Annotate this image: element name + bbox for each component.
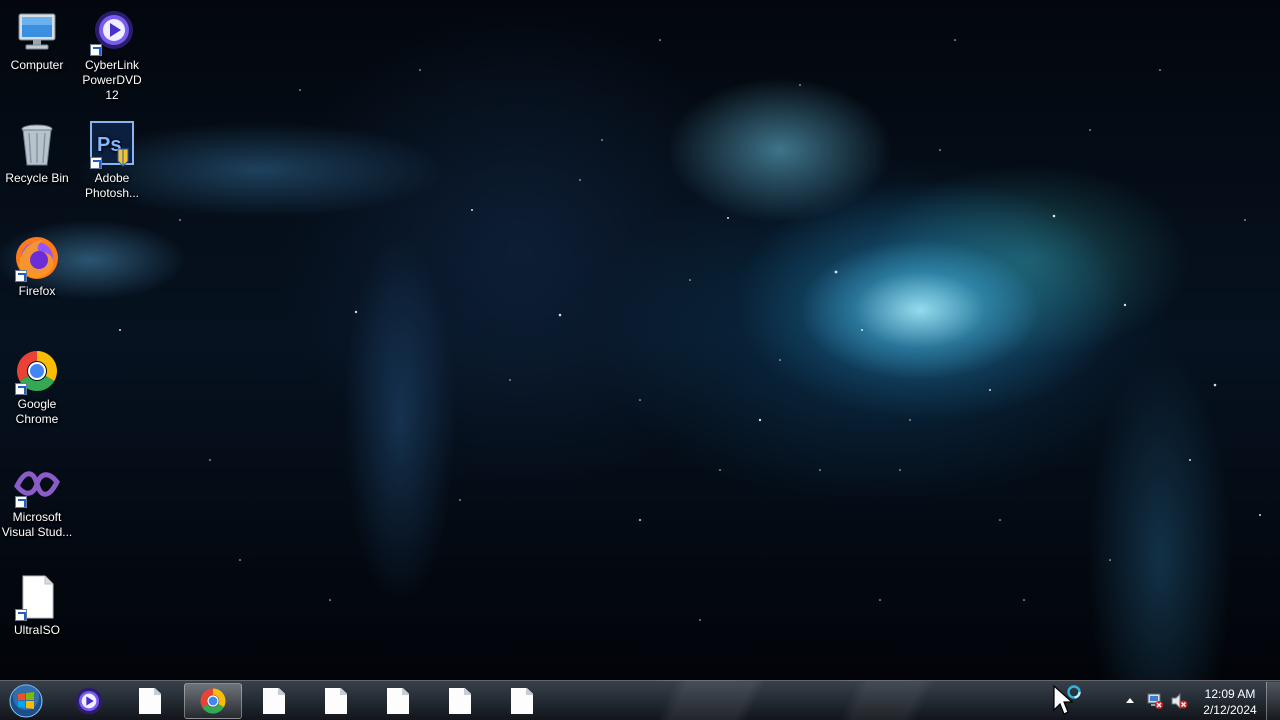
recycle-bin-icon <box>13 121 61 169</box>
chrome-icon <box>13 347 61 395</box>
blank-file-icon <box>387 688 409 714</box>
desktop-icon-label: Microsoft Visual Stud... <box>1 510 73 539</box>
chrome-icon <box>200 688 226 714</box>
desktop-icon-label: Computer <box>10 58 64 72</box>
network-disconnected-icon[interactable] <box>1146 692 1164 710</box>
taskbar-item-file-5[interactable] <box>431 683 489 719</box>
shortcut-arrow-icon <box>15 496 27 508</box>
start-button[interactable] <box>6 683 46 719</box>
desktop-icon-label: Recycle Bin <box>5 171 69 185</box>
taskbar-item-file-1[interactable] <box>121 683 179 719</box>
desktop-icon-label: Google Chrome <box>15 397 59 426</box>
taskbar-item-file-2[interactable] <box>245 683 303 719</box>
firefox-icon <box>13 234 61 282</box>
desktop-icon-google-chrome[interactable]: Google Chrome <box>0 347 75 427</box>
shortcut-arrow-icon <box>90 44 102 56</box>
blank-file-icon <box>325 688 347 714</box>
desktop-icon-label: Firefox <box>18 284 56 298</box>
desktop-icon-label: Adobe Photosh... <box>84 171 140 200</box>
desktop-icon-ultraiso[interactable]: UltraISO <box>0 573 75 638</box>
taskbar-item-file-6[interactable] <box>493 683 551 719</box>
desktop-icon-photoshop[interactable]: Ps Adobe Photosh... <box>74 121 150 201</box>
show-hidden-icons-arrow[interactable] <box>1126 698 1134 703</box>
powerdvd-icon <box>88 8 136 56</box>
blank-file-icon <box>13 573 61 621</box>
desktop-icon-firefox[interactable]: Firefox <box>0 234 75 299</box>
taskbar-item-file-4[interactable] <box>369 683 427 719</box>
visual-studio-icon <box>13 460 61 508</box>
volume-muted-icon[interactable] <box>1170 692 1188 710</box>
blank-file-icon <box>139 688 161 714</box>
shortcut-arrow-icon <box>15 270 27 282</box>
busy-cursor-icon <box>1053 684 1081 715</box>
taskbar-item-file-3[interactable] <box>307 683 365 719</box>
shortcut-arrow-icon <box>15 383 27 395</box>
taskbar-item-chrome[interactable] <box>184 683 242 719</box>
clock-time: 12:09 AM <box>1204 687 1256 701</box>
clock-date: 2/12/2024 <box>1203 703 1257 717</box>
desktop-icon-powerdvd[interactable]: CyberLink PowerDVD 12 <box>74 8 150 103</box>
desktop-icon-label: UltraISO <box>13 623 60 637</box>
desktop-icon-visual-studio[interactable]: Microsoft Visual Stud... <box>0 460 75 540</box>
starfield <box>51 39 1261 621</box>
show-desktop-button[interactable] <box>1266 682 1280 720</box>
computer-icon <box>13 8 61 56</box>
blank-file-icon <box>449 688 471 714</box>
desktop-icon-recycle-bin[interactable]: Recycle Bin <box>0 121 75 186</box>
desktop-icon-label: CyberLink PowerDVD 12 <box>82 58 142 102</box>
windows-orb-icon <box>9 684 43 718</box>
shortcut-arrow-icon <box>90 157 102 169</box>
blank-file-icon <box>511 688 533 714</box>
blank-file-icon <box>263 688 285 714</box>
shortcut-arrow-icon <box>15 609 27 621</box>
photoshop-icon: Ps <box>88 121 136 169</box>
taskbar-item-powerdvd[interactable] <box>60 683 118 719</box>
powerdvd-icon <box>75 687 103 715</box>
desktop-icon-computer[interactable]: Computer <box>0 8 75 73</box>
system-clock[interactable]: 12:09 AM 2/12/2024 <box>1192 686 1268 718</box>
